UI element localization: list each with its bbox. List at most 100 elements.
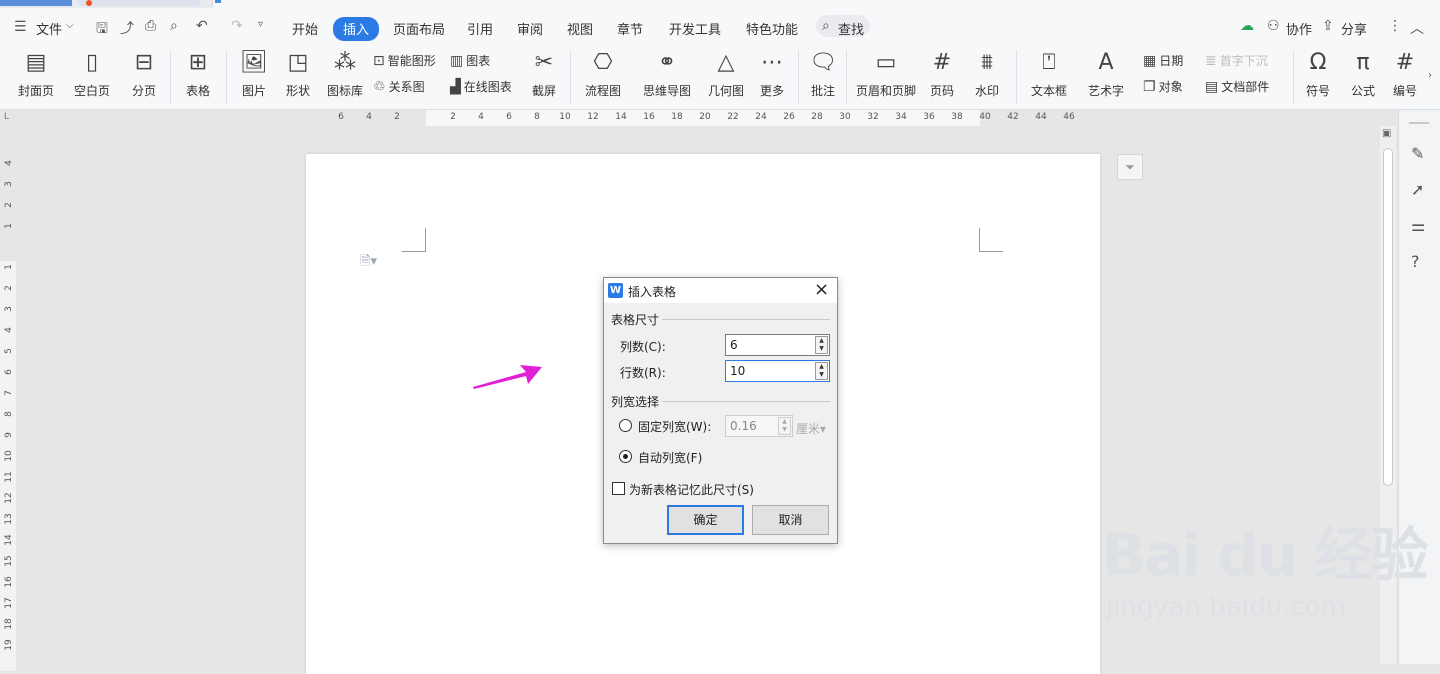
collapse-ribbon-icon[interactable]: ︿ xyxy=(1410,18,1424,38)
wordart-button[interactable]: A 艺术字 xyxy=(1082,46,1130,99)
fixed-width-label[interactable]: 固定列宽(W): xyxy=(638,418,711,435)
columns-label: 列数(C): xyxy=(620,340,666,354)
screenshot-button[interactable]: ✂ 截屏 xyxy=(526,46,562,99)
quick-access-more-icon[interactable]: ▿ xyxy=(258,19,263,30)
page-number-button[interactable]: # 页码 xyxy=(924,46,960,99)
tab-home[interactable] xyxy=(0,0,72,6)
fixed-width-spinner[interactable]: ▲▼ xyxy=(725,415,793,437)
collab-button[interactable]: 协作 xyxy=(1286,19,1312,38)
tab-stop-icon[interactable]: L xyxy=(4,112,9,122)
pen-icon[interactable]: ✎ xyxy=(1411,144,1424,163)
chevron-down-icon[interactable]: ⌵ xyxy=(66,20,74,31)
cover-page-button[interactable]: ▤ 封面页 xyxy=(12,46,60,99)
tab-developer[interactable]: 开发工具 xyxy=(669,19,721,38)
numbering-button[interactable]: # 编号 xyxy=(1388,46,1422,99)
tab-insert[interactable]: 插入 xyxy=(333,17,380,41)
online-chart-button[interactable]: ▟ 在线图表 xyxy=(450,78,512,95)
watermark-button[interactable]: ⩩ 水印 xyxy=(968,46,1006,99)
rows-spinner[interactable]: ▲▼ xyxy=(725,360,830,382)
tab-start[interactable]: 开始 xyxy=(292,19,318,38)
close-icon[interactable]: × xyxy=(814,279,829,300)
search-label[interactable]: 查找 xyxy=(838,19,864,38)
dropcap-button[interactable]: ≣ 首字下沉 xyxy=(1205,52,1268,69)
print-icon[interactable]: ⎙ xyxy=(145,18,156,34)
chart-button[interactable]: ▥ 图表 xyxy=(450,52,490,69)
undo-icon[interactable]: ↶ xyxy=(196,18,208,34)
remember-size-checkbox[interactable] xyxy=(612,482,625,495)
symbol-button[interactable]: Ω 符号 xyxy=(1300,46,1336,99)
formula-button[interactable]: π 公式 xyxy=(1344,46,1382,99)
mindmap-button[interactable]: ⚭ 思维导图 xyxy=(638,46,696,99)
tab-document[interactable] xyxy=(78,0,200,6)
tab-view[interactable]: 视图 xyxy=(567,19,593,38)
tab-chapter[interactable]: 章节 xyxy=(617,19,643,38)
filter-icon[interactable]: ⏷ xyxy=(1117,154,1143,180)
vertical-ruler[interactable]: 4 3 2 1 1 2 3 4 5 6 7 8 9 10 11 12 13 14 15 16 17 18 19 xyxy=(0,126,16,671)
page-break-button[interactable]: ⊟ 分页 xyxy=(124,46,164,99)
tab-special[interactable]: 特色功能 xyxy=(746,19,798,38)
scrollbar-thumb[interactable] xyxy=(1383,148,1393,486)
share-icon[interactable]: ⇪ xyxy=(1322,18,1334,34)
ruler-tick-label: 18 xyxy=(671,112,683,122)
object-button[interactable]: ❐ 对象 xyxy=(1143,78,1183,95)
remember-size-label[interactable]: 为新表格记忆此尺寸(S) xyxy=(629,481,754,498)
icon-library-button[interactable]: ⁂ 图标库 xyxy=(325,46,365,99)
table-icon: ⊞ xyxy=(188,50,208,75)
columns-spinner[interactable]: ▲▼ xyxy=(725,334,830,356)
docparts-button[interactable]: ▤ 文档部件 xyxy=(1205,78,1269,95)
print-preview-icon[interactable]: ⌕ xyxy=(170,18,178,34)
unit-select[interactable]: 厘米▾ xyxy=(796,420,826,437)
file-menu[interactable]: 文件 xyxy=(36,19,62,38)
collab-icon[interactable]: ⚇ xyxy=(1267,18,1280,34)
columns-input[interactable] xyxy=(730,338,808,352)
picture-button[interactable]: 🖼 图片 xyxy=(234,46,274,99)
page-break-icon: ⊟ xyxy=(134,50,154,75)
smartart-button[interactable]: ⊡ 智能图形 xyxy=(373,52,436,69)
tab-current[interactable] xyxy=(212,0,1440,8)
save-icon[interactable]: 🖫 xyxy=(96,18,108,42)
cancel-button[interactable]: 取消 xyxy=(752,505,829,535)
rows-input[interactable] xyxy=(730,364,808,378)
ribbon-scroll-right-icon[interactable]: › xyxy=(1428,70,1432,81)
ruler-tick-label: 2 xyxy=(450,112,456,122)
omega-icon: Ω xyxy=(1309,50,1327,75)
ok-button[interactable]: 确定 xyxy=(667,505,744,535)
wps-logo-icon: W xyxy=(608,283,623,298)
paragraph-options-icon[interactable]: 🗎▾ xyxy=(360,252,377,274)
margin-corner-top-right xyxy=(979,228,1003,252)
more-icon[interactable]: ⋮ xyxy=(1388,18,1402,34)
rows-stepper[interactable]: ▲ ▼ xyxy=(815,362,828,380)
cloud-sync-icon[interactable]: ☁ xyxy=(1240,18,1254,34)
fixed-width-input[interactable] xyxy=(730,419,770,433)
fixed-width-stepper[interactable]: ▲ ▼ xyxy=(778,417,791,435)
hamburger-icon[interactable]: ☰ xyxy=(14,19,27,35)
scroll-top-icon[interactable]: ▣ xyxy=(1382,128,1391,139)
more-button[interactable]: ⋯ 更多 xyxy=(754,46,790,99)
blank-page-button[interactable]: ▯ 空白页 xyxy=(68,46,116,99)
horizontal-ruler[interactable]: L 6 4 2 2 4 6 8 10 12 14 16 18 20 22 24 26 28 30 32 34 36 38 4… xyxy=(0,110,1400,126)
auto-width-radio[interactable] xyxy=(619,450,632,463)
date-button[interactable]: ▦ 日期 xyxy=(1143,52,1183,69)
cursor-icon[interactable]: ➚ xyxy=(1411,180,1424,199)
header-footer-button[interactable]: ▭ 页眉和页脚 xyxy=(854,46,918,99)
relation-chart-button[interactable]: ♲ 关系图 xyxy=(373,78,425,95)
tab-review[interactable]: 审阅 xyxy=(517,19,543,38)
share-button[interactable]: 分享 xyxy=(1341,19,1367,38)
table-button[interactable]: ⊞ 表格 xyxy=(178,46,218,99)
export-icon[interactable]: ⤴ xyxy=(120,18,134,38)
auto-width-label[interactable]: 自动列宽(F) xyxy=(638,449,702,466)
redo-icon[interactable]: ↷ xyxy=(231,18,243,34)
tab-references[interactable]: 引用 xyxy=(467,19,493,38)
comment-icon: 🗨 xyxy=(809,50,837,75)
columns-stepper[interactable]: ▲ ▼ xyxy=(815,336,828,354)
fixed-width-radio[interactable] xyxy=(619,419,632,432)
comment-button[interactable]: 🗨 批注 xyxy=(806,46,840,99)
flowchart-button[interactable]: ⎔ 流程图 xyxy=(580,46,626,99)
help-icon[interactable]: ? xyxy=(1411,252,1420,271)
ellipsis-icon: ⋯ xyxy=(761,50,783,75)
settings-sliders-icon[interactable]: ⚌ xyxy=(1411,216,1425,235)
geometry-button[interactable]: △ 几何图 xyxy=(706,46,746,99)
textbox-button[interactable]: ⍞ 文本框 xyxy=(1025,46,1073,99)
tab-page-layout[interactable]: 页面布局 xyxy=(393,19,445,38)
shape-button[interactable]: ◳ 形状 xyxy=(280,46,316,99)
